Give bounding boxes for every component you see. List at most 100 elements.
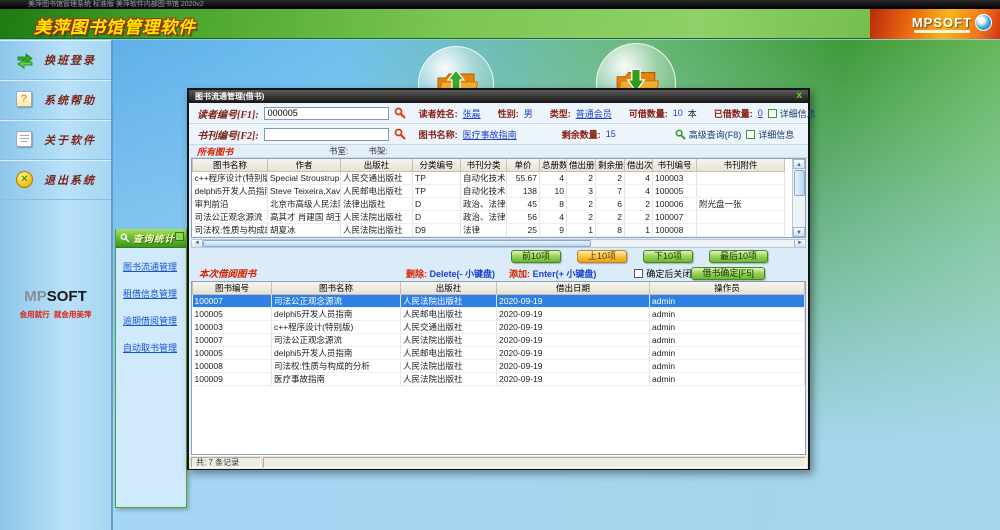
borrowed-count-value[interactable]: 0: [758, 108, 763, 118]
sidebar-item-exit-system[interactable]: ✕ 退出系统: [0, 160, 111, 200]
table-header-cell[interactable]: 操作员: [650, 282, 805, 295]
quota-label: 可借数量:: [629, 107, 668, 120]
sidebar-item-system-help[interactable]: ? 系统帮助: [0, 80, 111, 120]
hscroll-thumb[interactable]: [203, 240, 591, 247]
table-header-cell[interactable]: 作者: [268, 159, 341, 172]
table-row[interactable]: 100003c++程序设计(特别版)人民交通出版社2020-09-19admin: [193, 321, 805, 334]
dialog-titlebar[interactable]: 图书流通管理(借书) x: [189, 90, 808, 103]
book-name-value[interactable]: 医疗事故指南: [463, 128, 517, 141]
query-stats-panel: 查询统计 图书流通管理 租借信息管理 逾期借阅管理 自动取书管理: [115, 229, 187, 508]
close-after-confirm-checkbox[interactable]: [634, 269, 643, 278]
reader-detail-checkbox[interactable]: [768, 109, 777, 118]
table-row[interactable]: 审判前沿北京市高级人民法院法律出版社D政治、法律458262100006附光盘一…: [193, 198, 785, 211]
table-cell: 北京市高级人民法院: [268, 198, 341, 211]
table-cell: 2020-09-19: [497, 373, 650, 386]
table-row[interactable]: delphi5开发人员指南Steve Teixeira,Xavi人民邮电出版社T…: [193, 185, 785, 198]
add-key: Enter(+ 小键盘): [533, 269, 597, 279]
table-header-cell[interactable]: 书刊分类: [461, 159, 507, 172]
sidebar-item-shift-login[interactable]: 换班登录: [0, 40, 111, 80]
sidebar-item-about-software[interactable]: 关于软件: [0, 120, 111, 160]
advanced-query-button[interactable]: 高级查询(F8): [675, 128, 742, 141]
table-row[interactable]: 100005delphi5开发人员指南人民邮电出版社2020-09-19admi…: [193, 308, 805, 321]
close-icon[interactable]: x: [796, 90, 802, 102]
remain-value: 15: [606, 129, 616, 139]
dialog-statusbar: 共: 7 条记录: [189, 455, 808, 469]
borrow-confirm-button[interactable]: 借书确定[F5]: [691, 267, 765, 280]
horizontal-scrollbar[interactable]: ◄ ►: [191, 239, 806, 248]
table-cell: 10: [540, 185, 567, 198]
scroll-right-icon[interactable]: ►: [794, 240, 805, 247]
table-row[interactable]: 100008司法权:性质与构成的分析人民法院出版社2020-09-19admin: [193, 360, 805, 373]
vertical-scrollbar[interactable]: ▲ ▼: [792, 159, 805, 237]
link-auto-fetch-book[interactable]: 自动取书管理: [123, 341, 186, 354]
table-cell: TP: [413, 172, 461, 185]
table-row[interactable]: 100005delphi5开发人员指南人民邮电出版社2020-09-19admi…: [193, 347, 805, 360]
table-header-cell[interactable]: 出版社: [341, 159, 413, 172]
reader-name-value[interactable]: 张晨: [463, 107, 481, 120]
link-overdue-borrow[interactable]: 逾期借阅管理: [123, 314, 186, 327]
table-cell: 25: [507, 224, 540, 237]
scroll-thumb[interactable]: [794, 170, 805, 196]
search-reader-icon[interactable]: [394, 107, 406, 119]
dialog-title: 图书流通管理(借书): [195, 92, 264, 101]
table-header-cell[interactable]: 借出次数: [625, 159, 653, 172]
brand-circle-icon: [975, 14, 992, 31]
brand-underline: [914, 30, 970, 33]
prev-10-button[interactable]: 上10项: [577, 250, 627, 263]
table-row[interactable]: 100007司法公正观念源流人民法院出版社2020-09-19admin: [193, 334, 805, 347]
table-header-cell[interactable]: 单价: [507, 159, 540, 172]
table-cell: 政治、法律: [461, 198, 507, 211]
table-header-cell[interactable]: 借出册数: [567, 159, 596, 172]
table-row[interactable]: 司法权:性质与构成的分析胡夏冰人民法院出版社D9法律259181100008: [193, 224, 785, 237]
table-cell: 100007: [653, 211, 697, 224]
table-cell: 100008: [653, 224, 697, 237]
table-header-cell[interactable]: 剩余册数: [596, 159, 625, 172]
table-header-cell[interactable]: 图书编号: [193, 282, 272, 295]
scroll-up-icon[interactable]: ▲: [793, 159, 805, 169]
table-header-cell[interactable]: 书刊编号: [653, 159, 697, 172]
book-number-input[interactable]: [264, 128, 389, 141]
scroll-left-icon[interactable]: ◄: [192, 240, 203, 247]
table-row[interactable]: 100007司法公正观念源流人民法院出版社2020-09-19admin: [193, 295, 805, 308]
table-cell: 7: [596, 185, 625, 198]
type-label: 类型:: [550, 107, 571, 120]
search-book-icon[interactable]: [394, 128, 406, 140]
table-cell: 100003: [193, 321, 272, 334]
table-header-cell[interactable]: 图书名称: [272, 282, 401, 295]
table-cell: [697, 211, 785, 224]
sidebar: 换班登录 ? 系统帮助 关于软件: [0, 40, 113, 530]
table-header-cell[interactable]: 分类编号: [413, 159, 461, 172]
scroll-down-icon[interactable]: ▼: [793, 227, 805, 237]
book-detail-checkbox[interactable]: [746, 130, 755, 139]
table-cell: 56: [507, 237, 540, 239]
table-cell: 1: [625, 224, 653, 237]
table-cell: 自动化技术、计算: [461, 185, 507, 198]
table-cell: 4: [625, 185, 653, 198]
table-header-cell[interactable]: 总册数: [540, 159, 567, 172]
table-cell: admin: [650, 308, 805, 321]
taskbar-title: 美萍图书馆管理系统 标准版 美萍软件内部图书馆 2020v2: [0, 0, 1000, 9]
reader-number-input[interactable]: [264, 107, 389, 120]
table-header-cell[interactable]: 出版社: [401, 282, 497, 295]
table-cell: 4: [540, 172, 567, 185]
advanced-query-label: 高级查询(F8): [689, 128, 742, 141]
table-cell: 人民法院出版社: [401, 334, 497, 347]
table-row[interactable]: 100009医疗事故指南人民法院出版社2020-09-19admin: [193, 373, 805, 386]
link-rental-info[interactable]: 租借信息管理: [123, 287, 186, 300]
table-row[interactable]: c++程序设计(特别版)Special Stroustrup人民交通出版社TP自…: [193, 172, 785, 185]
first-10-button[interactable]: 前10项: [511, 250, 561, 263]
table-cell: 8: [596, 224, 625, 237]
type-value[interactable]: 普通会员: [576, 107, 612, 120]
table-header-cell[interactable]: 借出日期: [497, 282, 650, 295]
table-row[interactable]: 医疗事故指南乔世明人民法院出版社D政治、法律56151141100009: [193, 237, 785, 239]
table-header-cell[interactable]: 图书名称: [193, 159, 268, 172]
panel-toggle-button[interactable]: [175, 232, 184, 241]
next-10-button[interactable]: 下10项: [643, 250, 693, 263]
quota-value: 10: [673, 108, 683, 118]
table-cell: 100009: [193, 373, 272, 386]
link-book-circulation[interactable]: 图书流通管理: [123, 260, 186, 273]
table-row[interactable]: 司法公正观念源流高其才 肖建国 胡玉人民法院出版社D政治、法律564222100…: [193, 211, 785, 224]
table-header-cell[interactable]: 书刊附件: [697, 159, 785, 172]
last-10-button[interactable]: 最后10项: [709, 250, 768, 263]
table-cell: 100005: [193, 347, 272, 360]
